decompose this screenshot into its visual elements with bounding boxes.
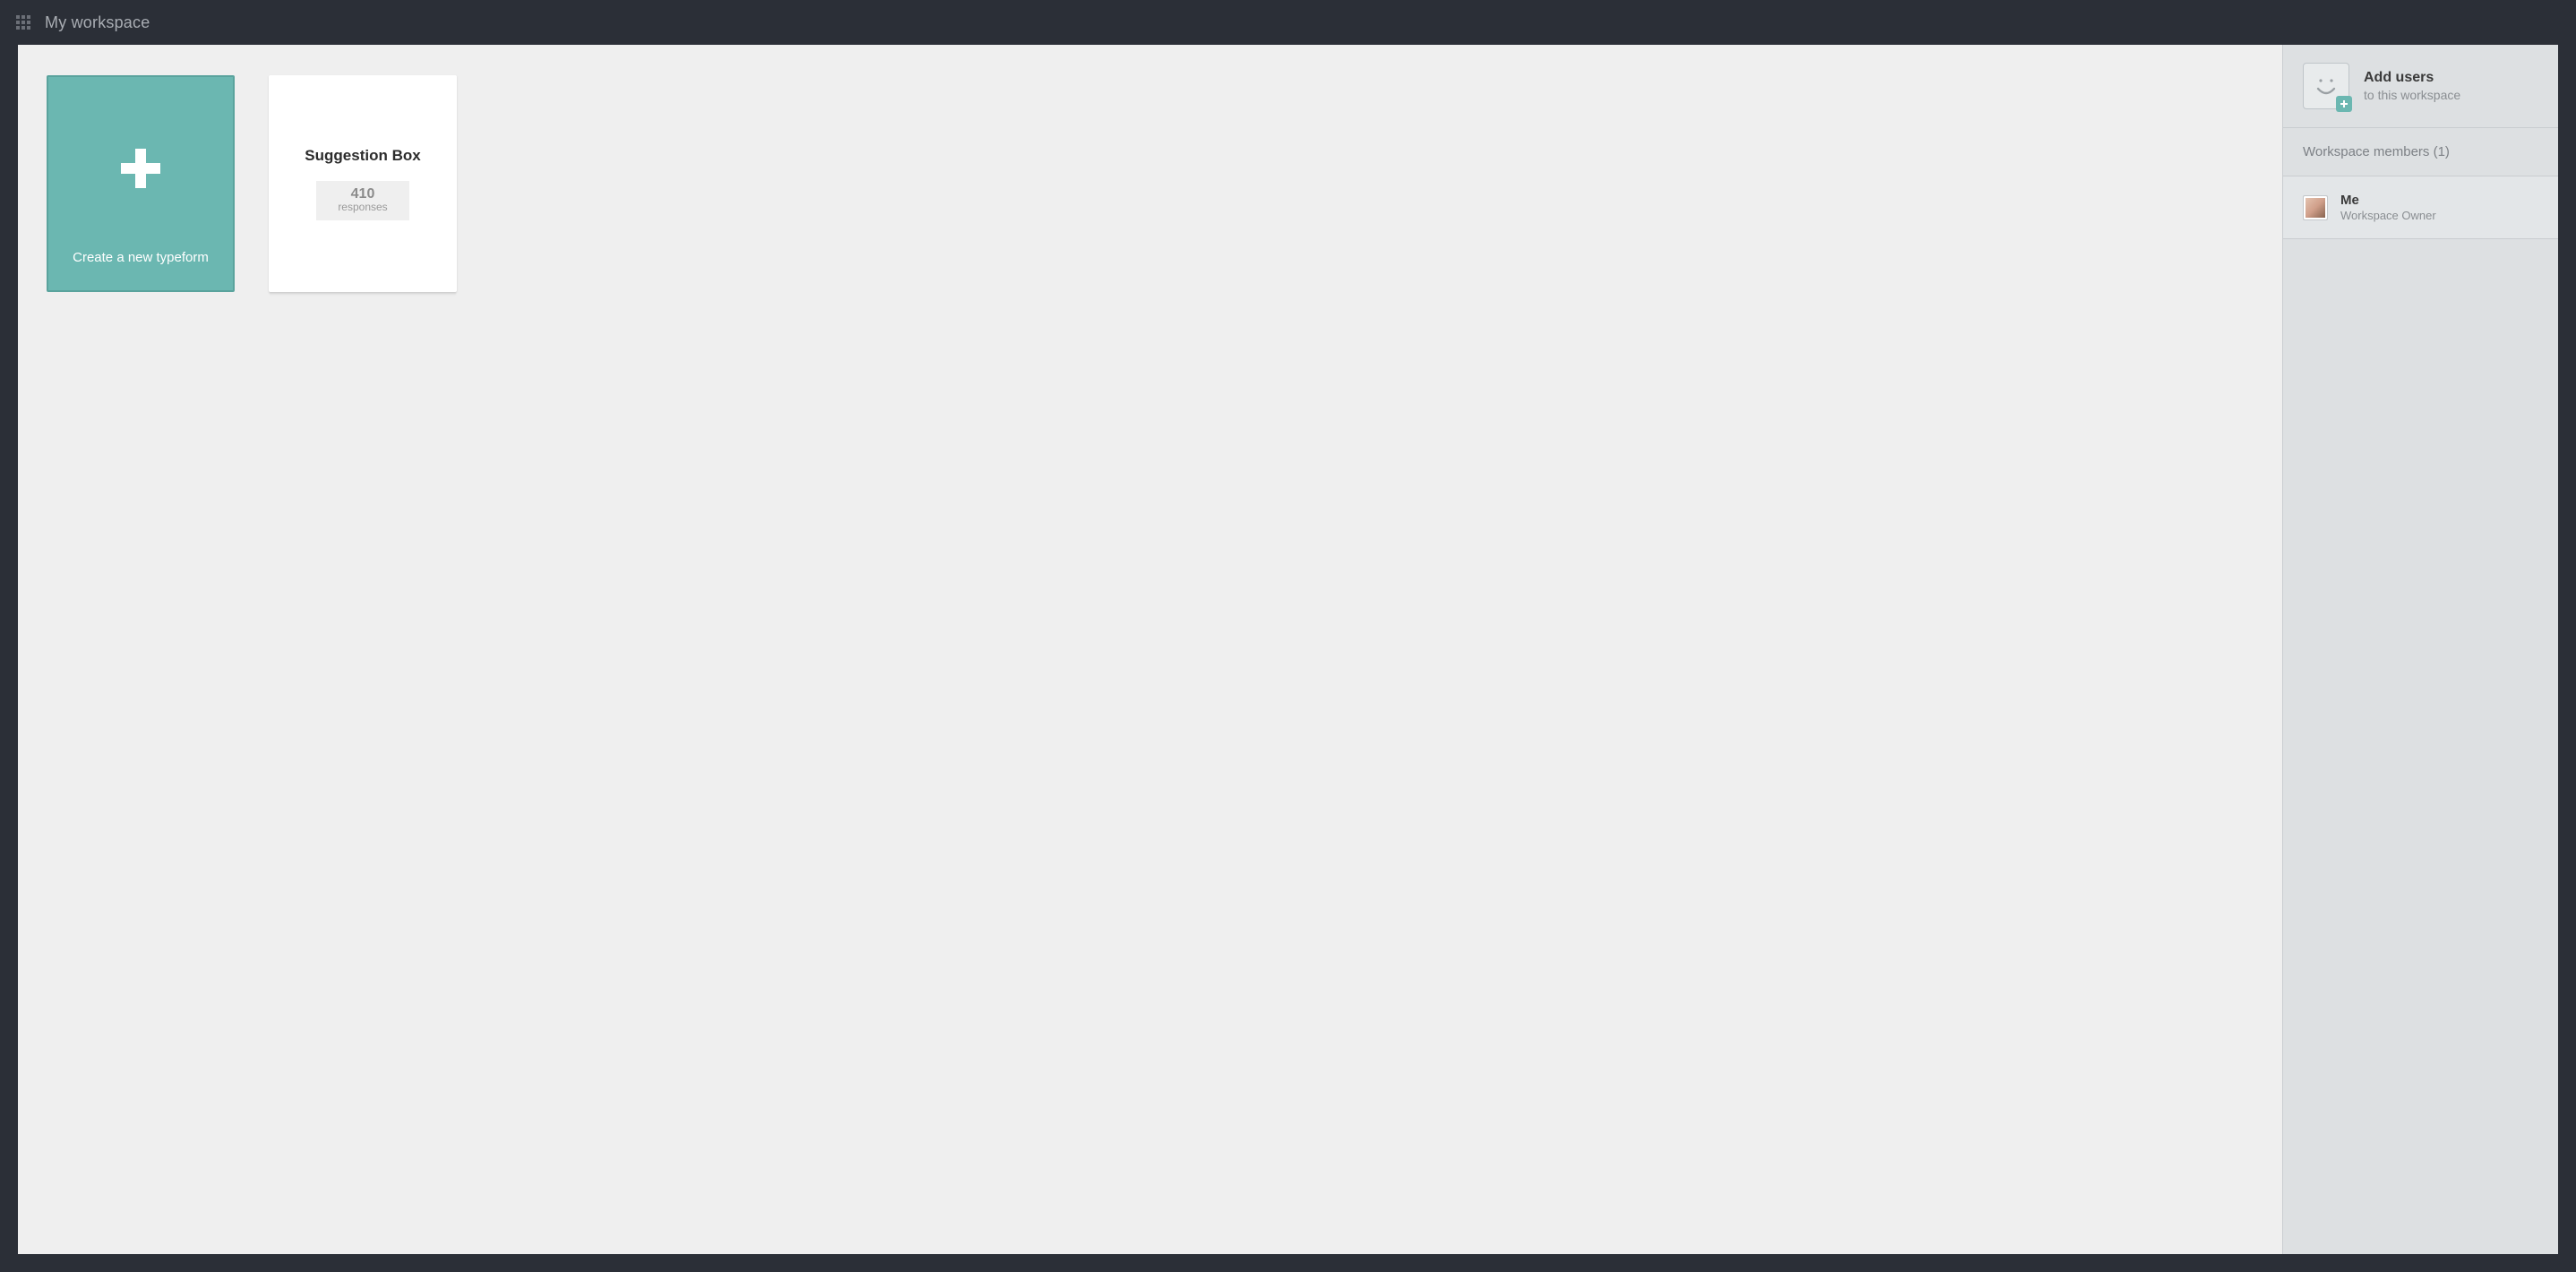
smiley-icon — [2303, 63, 2349, 109]
add-users-text: Add users to this workspace — [2364, 70, 2460, 102]
response-count: 410 — [338, 186, 387, 202]
content: Create a new typeform Suggestion Box 410… — [18, 45, 2558, 1254]
member-row[interactable]: Me Workspace Owner — [2283, 176, 2558, 239]
workspace-title[interactable]: My workspace — [45, 13, 150, 32]
add-users-title: Add users — [2364, 70, 2460, 86]
avatar — [2303, 195, 2328, 220]
response-count-box: 410 responses — [316, 181, 408, 221]
create-typeform-card[interactable]: Create a new typeform — [47, 75, 235, 292]
app-root: My workspace Create a new typeform — [0, 0, 2576, 1272]
topbar: My workspace — [0, 0, 2576, 45]
form-title: Suggestion Box — [305, 147, 420, 165]
content-wrap: Create a new typeform Suggestion Box 410… — [0, 45, 2576, 1272]
plus-icon-wrap — [117, 77, 164, 250]
members-header: Workspace members (1) — [2283, 127, 2558, 176]
apps-grid-icon[interactable] — [16, 15, 30, 30]
response-label: responses — [338, 202, 387, 213]
form-card[interactable]: Suggestion Box 410 responses — [269, 75, 457, 292]
add-badge-icon — [2336, 96, 2352, 112]
main-area: Create a new typeform Suggestion Box 410… — [18, 45, 2282, 1254]
member-role: Workspace Owner — [2340, 209, 2436, 222]
member-name: Me — [2340, 193, 2436, 208]
add-users-button[interactable]: Add users to this workspace — [2283, 45, 2558, 127]
create-typeform-label: Create a new typeform — [73, 250, 209, 290]
member-text: Me Workspace Owner — [2340, 193, 2436, 222]
add-users-subtitle: to this workspace — [2364, 88, 2460, 102]
plus-icon — [117, 145, 164, 192]
sidebar: Add users to this workspace Workspace me… — [2282, 45, 2558, 1254]
